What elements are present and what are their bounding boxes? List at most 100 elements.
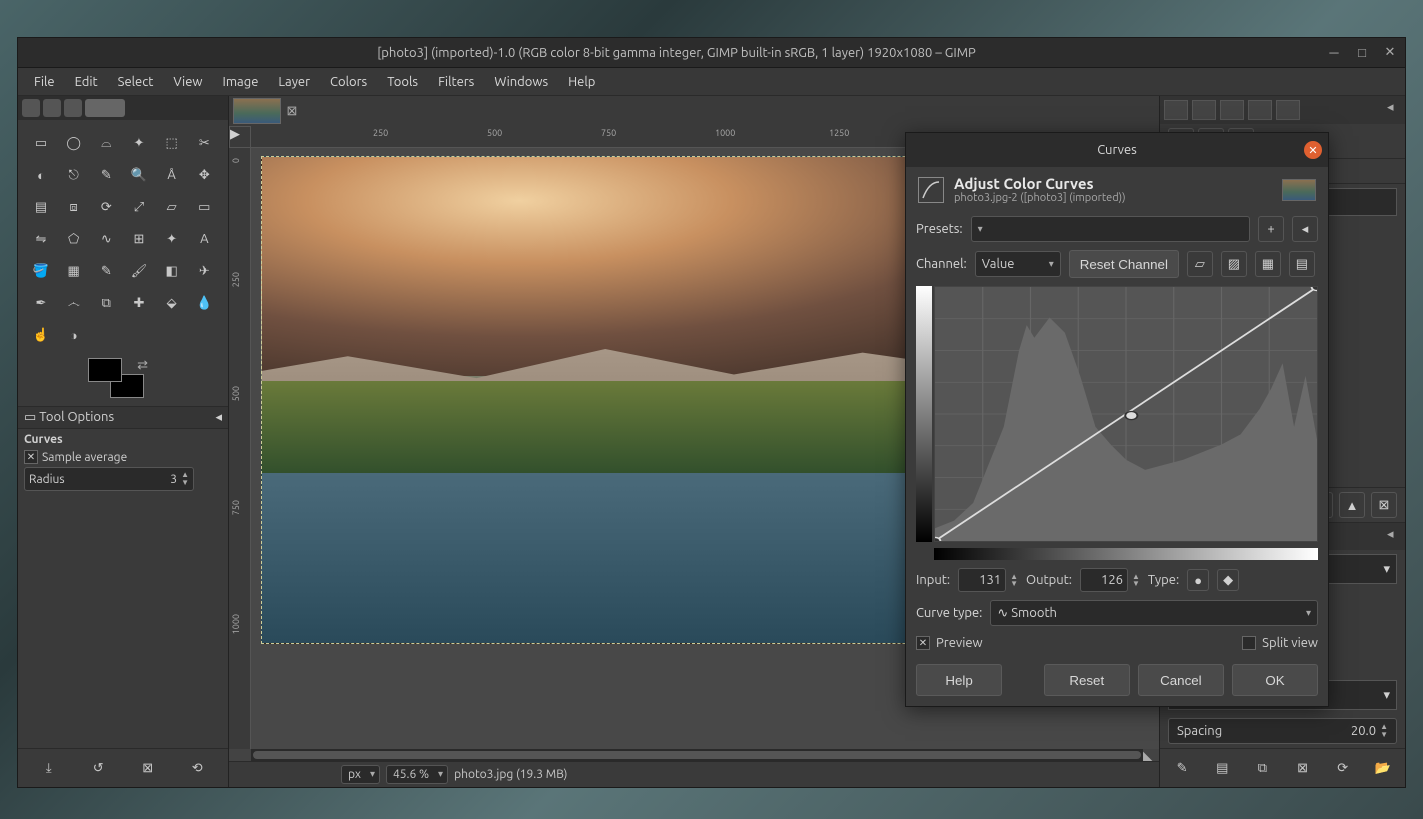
channels-tab-icon[interactable]	[1192, 100, 1216, 120]
channel-select[interactable]: Value	[975, 251, 1061, 277]
menu-windows[interactable]: Windows	[484, 71, 558, 93]
rotate-tool[interactable]: ⟳	[93, 194, 119, 220]
histogram2-icon[interactable]: ▤	[1289, 251, 1315, 277]
gradient-tool[interactable]: ▦	[61, 258, 87, 284]
unit-select[interactable]: px	[341, 765, 380, 784]
curves-dialog-titlebar[interactable]: Curves ✕	[906, 133, 1328, 167]
edit-brush-icon[interactable]: ✎	[1169, 755, 1195, 781]
add-preset-icon[interactable]: +	[1258, 216, 1284, 242]
menu-colors[interactable]: Colors	[320, 71, 377, 93]
foreground-color[interactable]	[88, 358, 122, 382]
reset-channel-button[interactable]: Reset Channel	[1069, 250, 1179, 278]
flip-tool[interactable]: ⇋	[28, 226, 54, 252]
minimize-button[interactable]: ─	[1327, 46, 1341, 60]
horizontal-scrollbar[interactable]	[251, 749, 1143, 761]
reset-button[interactable]: Reset	[1044, 664, 1130, 696]
histogram-icon[interactable]: ▦	[1255, 251, 1281, 277]
restore-tool-options-icon[interactable]: ↺	[85, 755, 111, 781]
menu-help[interactable]: Help	[558, 71, 605, 93]
heal-tool[interactable]: ✚	[126, 290, 152, 316]
split-view-checkbox[interactable]	[1242, 636, 1256, 650]
point-type-corner[interactable]: ◆	[1217, 569, 1239, 591]
menu-layer[interactable]: Layer	[268, 71, 320, 93]
new-brush-icon[interactable]: ▤	[1209, 755, 1235, 781]
color-swatch[interactable]: ⇄	[88, 358, 148, 402]
align-tool[interactable]: ▤	[28, 194, 54, 220]
brush-dock-menu-icon[interactable]: ◂	[1387, 527, 1401, 546]
move-tool[interactable]: ✥	[191, 162, 217, 188]
pencil-tool[interactable]: ✎	[93, 258, 119, 284]
paintbrush-tool[interactable]: 🖌	[126, 258, 152, 284]
titlebar[interactable]: [photo3] (imported)-1.0 (RGB color 8-bit…	[18, 38, 1405, 68]
document-tab-close-icon[interactable]: ⊠	[285, 104, 299, 118]
cancel-button[interactable]: Cancel	[1138, 664, 1224, 696]
menu-select[interactable]: Select	[108, 71, 164, 93]
eraser-tool[interactable]: ◧	[159, 258, 185, 284]
ok-button[interactable]: OK	[1232, 664, 1318, 696]
foreground-select-tool[interactable]: ◐	[28, 162, 54, 188]
shear-tool[interactable]: ▱	[159, 194, 185, 220]
scissors-tool[interactable]: ✂	[191, 130, 217, 156]
paths-tool[interactable]: ⎋	[61, 162, 87, 188]
output-value[interactable]: 126	[1080, 568, 1128, 592]
document-tab[interactable]	[233, 98, 281, 124]
rect-select-tool[interactable]: ▭	[28, 130, 54, 156]
dodge-tool[interactable]: ◑	[61, 322, 87, 348]
menu-tools[interactable]: Tools	[377, 71, 428, 93]
curves-close-button[interactable]: ✕	[1304, 141, 1322, 159]
radius-spinner[interactable]: Radius 3 ▲▼	[24, 467, 194, 491]
crop-tool[interactable]: ⧈	[61, 194, 87, 220]
zoom-tool[interactable]: 🔍	[126, 162, 152, 188]
curve-editor[interactable]	[934, 286, 1318, 542]
close-button[interactable]: ✕	[1383, 46, 1397, 60]
ellipse-select-tool[interactable]: ◯	[61, 130, 87, 156]
help-button[interactable]: Help	[916, 664, 1002, 696]
smudge-tool[interactable]: ☝	[28, 322, 54, 348]
open-brush-icon[interactable]: 📂	[1370, 755, 1396, 781]
preset-menu-icon[interactable]: ◂	[1292, 216, 1318, 242]
by-color-select-tool[interactable]: ⬚	[159, 130, 185, 156]
log-histogram-icon[interactable]: ▨	[1221, 251, 1247, 277]
clone-tool[interactable]: ⧉	[93, 290, 119, 316]
free-select-tool[interactable]: ⌓	[93, 130, 119, 156]
maximize-button[interactable]: □	[1355, 46, 1369, 60]
perspective-tool[interactable]: ▭	[191, 194, 217, 220]
bucket-fill-tool[interactable]: 🪣	[28, 258, 54, 284]
ruler-origin[interactable]: ▶	[229, 126, 251, 148]
menu-filters[interactable]: Filters	[428, 71, 484, 93]
sample-average-checkbox[interactable]: ✕	[24, 450, 38, 464]
color-picker-tool[interactable]: ✎	[93, 162, 119, 188]
zoom-select[interactable]: 45.6 %	[386, 765, 448, 784]
undo-tab-icon[interactable]	[1248, 100, 1272, 120]
radius-down[interactable]: ▼	[181, 479, 189, 487]
save-tool-options-icon[interactable]: ⤓	[36, 755, 62, 781]
blur-tool[interactable]: 💧	[191, 290, 217, 316]
reset-tool-options-icon[interactable]: ⟲	[184, 755, 210, 781]
presets-select[interactable]	[971, 216, 1250, 242]
dock-menu-icon[interactable]: ◂	[1387, 100, 1401, 120]
output-down[interactable]: ▼	[1132, 580, 1140, 587]
menu-edit[interactable]: Edit	[65, 71, 108, 93]
menu-view[interactable]: View	[163, 71, 212, 93]
warp-tool[interactable]: ∿	[93, 226, 119, 252]
menu-image[interactable]: Image	[213, 71, 269, 93]
input-down[interactable]: ▼	[1010, 580, 1018, 587]
vertical-ruler[interactable]: 0 250 500 750 1000	[229, 148, 251, 749]
unified-transform-tool[interactable]: ⊞	[126, 226, 152, 252]
scale-tool[interactable]: ⤢	[126, 194, 152, 220]
layers-tab-icon[interactable]	[1164, 100, 1188, 120]
delete-tool-options-icon[interactable]: ⊠	[135, 755, 161, 781]
brush-tab-icon[interactable]	[1276, 100, 1300, 120]
linear-histogram-icon[interactable]: ▱	[1187, 251, 1213, 277]
cage-tool[interactable]: ⬠	[61, 226, 87, 252]
text-tool[interactable]: A	[191, 226, 217, 252]
point-type-smooth[interactable]: ●	[1187, 569, 1209, 591]
duplicate-brush-icon[interactable]: ⧉	[1249, 755, 1275, 781]
tool-options-menu-icon[interactable]: ◂	[215, 410, 222, 425]
mypaint-tool[interactable]: ෴	[61, 290, 87, 316]
ink-tool[interactable]: ✒	[28, 290, 54, 316]
airbrush-tool[interactable]: ✈	[191, 258, 217, 284]
preview-checkbox[interactable]: ✕	[916, 636, 930, 650]
input-value[interactable]: 131	[958, 568, 1006, 592]
measure-tool[interactable]: Å	[159, 162, 185, 188]
